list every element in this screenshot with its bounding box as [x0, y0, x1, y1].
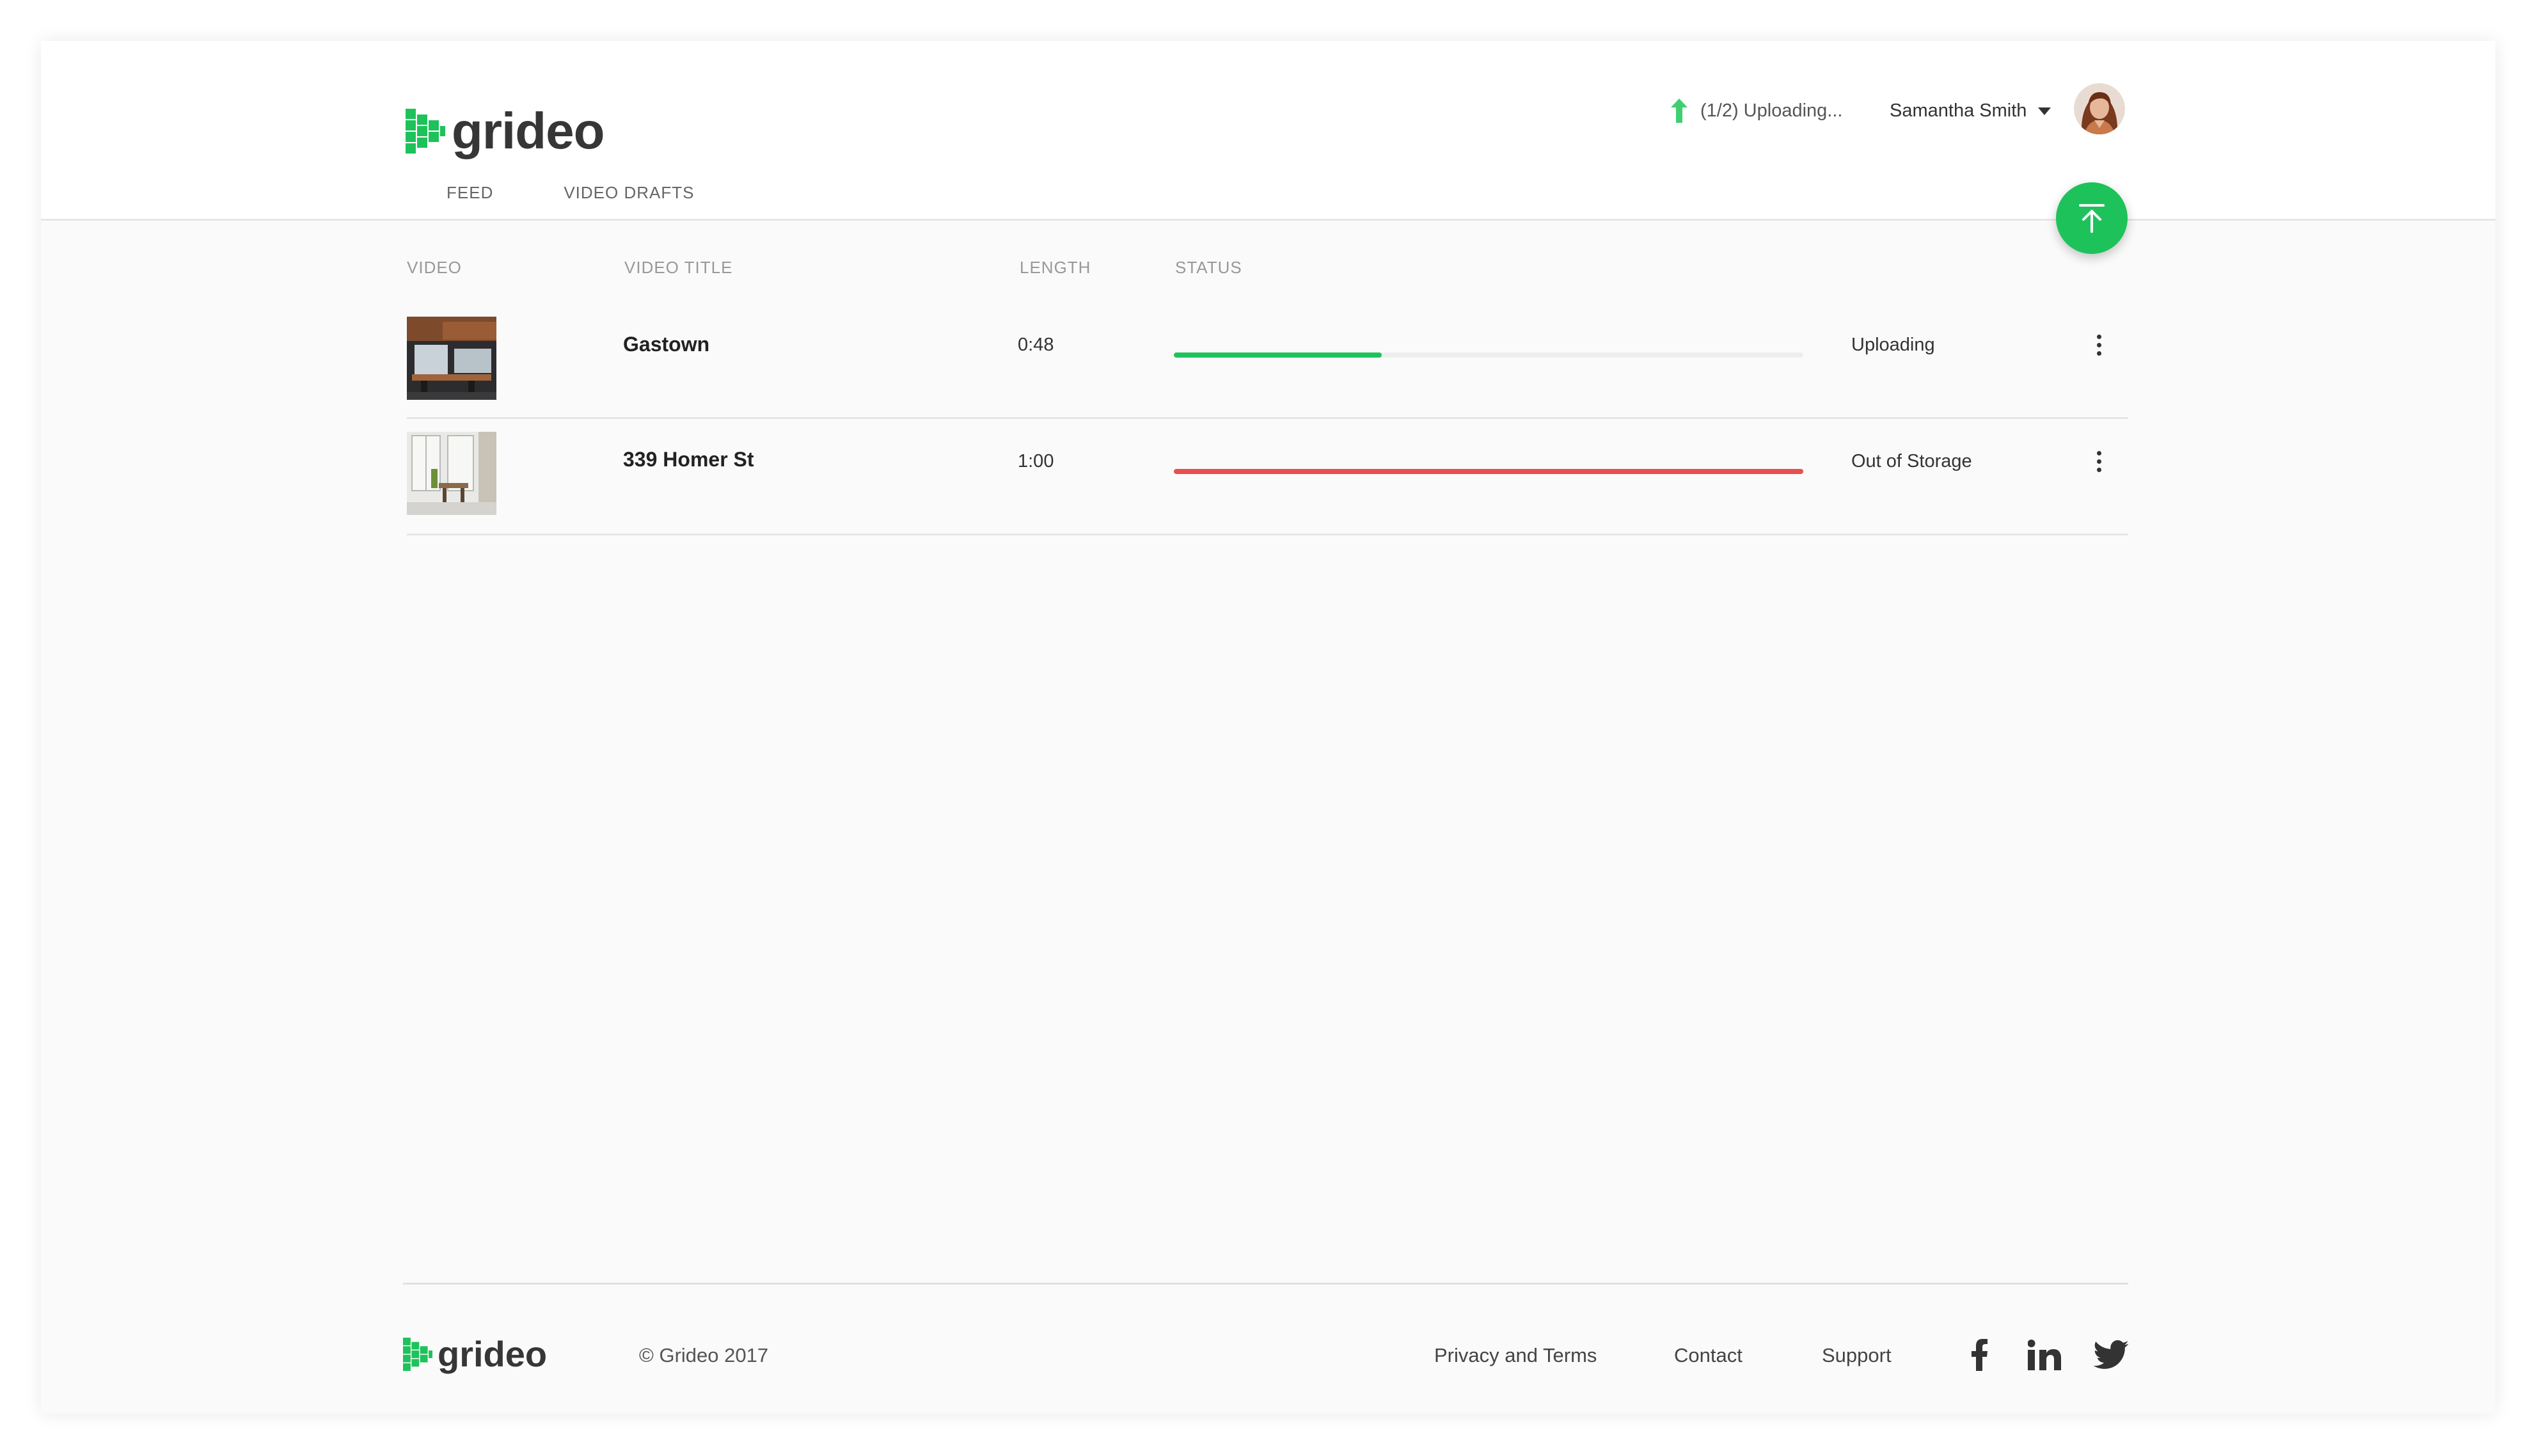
video-title[interactable]: 339 Homer St	[623, 448, 754, 471]
column-header-length: LENGTH	[1020, 258, 1091, 277]
grideo-logo[interactable]: grideo	[406, 102, 605, 161]
tab-feed[interactable]: FEED	[447, 183, 493, 203]
upload-status[interactable]: (1/2) Uploading...	[1671, 99, 1842, 123]
column-header-video-title: VIDEO TITLE	[624, 258, 733, 277]
linkedin-link[interactable]	[2028, 1337, 2061, 1373]
video-title[interactable]: Gastown	[623, 333, 709, 356]
upload-status-text: (1/2) Uploading...	[1700, 100, 1843, 121]
user-name: Samantha Smith	[1890, 100, 2027, 121]
video-thumbnail-image	[407, 317, 496, 400]
grideo-logo-icon	[406, 109, 445, 154]
facebook-link[interactable]	[1972, 1337, 1988, 1373]
logo-text: grideo	[452, 102, 605, 159]
privacy-terms-link[interactable]: Privacy and Terms	[1434, 1344, 1597, 1367]
kebab-dot	[2096, 450, 2101, 455]
video-length: 0:48	[1018, 335, 1054, 355]
upload-progress-bar	[1174, 352, 1803, 358]
video-thumbnail-image	[407, 432, 496, 515]
chevron-down-icon	[2038, 107, 2051, 115]
upload-fab-button[interactable]	[2056, 182, 2128, 254]
upload-progress-fill	[1174, 469, 1803, 474]
app-window: grideo FEED VIDEO DRAFTS (1/2) Uploading…	[41, 41, 2495, 1414]
copyright: © Grideo 2017	[639, 1344, 769, 1366]
upload-progress-fill	[1174, 352, 1382, 358]
table-row[interactable]: Gastown 0:48 Uploading	[407, 303, 2128, 419]
kebab-dot	[2096, 334, 2101, 339]
grideo-logo-icon	[403, 1337, 432, 1371]
video-status: Uploading	[1851, 335, 1935, 355]
main-nav: FEED VIDEO DRAFTS	[447, 183, 764, 203]
avatar[interactable]	[2074, 83, 2125, 134]
video-status: Out of Storage	[1851, 451, 1972, 471]
linkedin-icon	[2028, 1340, 2061, 1370]
video-length: 1:00	[1018, 451, 1054, 471]
footer-logo[interactable]: grideo	[403, 1333, 547, 1375]
more-options-button[interactable]	[2089, 329, 2108, 361]
user-menu[interactable]: Samantha Smith	[1890, 100, 2051, 122]
upload-arrow-icon	[1671, 99, 1687, 123]
column-header-video: VIDEO	[407, 258, 462, 277]
video-thumbnail[interactable]	[407, 317, 496, 400]
support-link[interactable]: Support	[1822, 1344, 1892, 1367]
kebab-dot	[2096, 467, 2101, 472]
twitter-link[interactable]	[2093, 1337, 2129, 1373]
twitter-icon	[2093, 1340, 2129, 1369]
upload-to-top-icon	[2079, 204, 2105, 233]
facebook-icon	[1972, 1339, 1988, 1371]
upload-progress-bar	[1174, 469, 1803, 474]
more-options-button[interactable]	[2089, 445, 2108, 477]
video-thumbnail[interactable]	[407, 432, 496, 515]
kebab-dot	[2096, 459, 2101, 464]
footer-divider	[403, 1283, 2128, 1285]
contact-link[interactable]: Contact	[1674, 1344, 1743, 1367]
kebab-dot	[2096, 342, 2101, 347]
avatar-photo	[2074, 83, 2125, 134]
header: grideo FEED VIDEO DRAFTS (1/2) Uploading…	[41, 41, 2495, 221]
kebab-dot	[2096, 351, 2101, 356]
table-row[interactable]: 339 Homer St 1:00 Out of Storage	[407, 419, 2128, 535]
tab-video-drafts[interactable]: VIDEO DRAFTS	[564, 183, 694, 203]
column-header-status: STATUS	[1175, 258, 1242, 277]
footer-logo-text: grideo	[438, 1334, 548, 1374]
